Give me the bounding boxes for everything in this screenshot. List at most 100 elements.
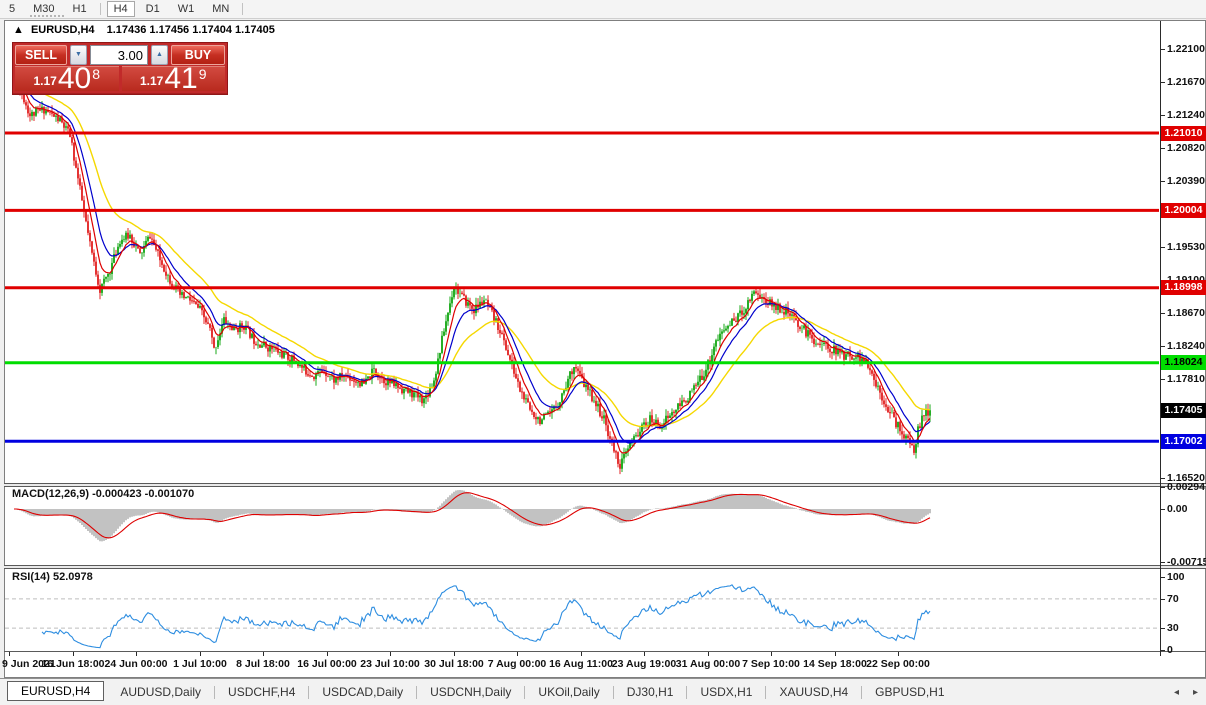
time-tick (835, 652, 836, 656)
symbol-tab-usdcad[interactable]: USDCAD,Daily (309, 681, 416, 703)
time-tick (200, 652, 201, 656)
tab-scroll-right-icon[interactable]: ▸ (1193, 687, 1198, 698)
level-price-badge: 1.18998 (1161, 280, 1206, 295)
time-tick-label: 8 Jul 18:00 (236, 658, 290, 670)
volume-decrease-button[interactable]: ▼ (70, 45, 87, 65)
time-tick (771, 652, 772, 656)
sell-price-display[interactable]: 1.17 40 8 (15, 66, 119, 91)
volume-input[interactable] (90, 45, 148, 65)
buy-price-display[interactable]: 1.17 41 9 (122, 66, 226, 91)
macd-axis-label: -0.00715 (1167, 555, 1206, 569)
time-tick (390, 652, 391, 656)
timeframe-button-5[interactable]: 5 (2, 1, 22, 17)
chart-title: ▲ EURUSD,H4 1.17436 1.17456 1.17404 1.17… (13, 24, 275, 36)
mt4-window: 5M30H1H4D1W1MN ▲ EURUSD,H4 1.17436 1.174… (0, 0, 1206, 704)
volume-increase-button[interactable]: ▲ (151, 45, 168, 65)
symbol-tab-usdx[interactable]: USDX,H1 (687, 681, 765, 703)
rsi-axis-label: 30 (1167, 621, 1179, 635)
time-tick (898, 652, 899, 656)
price-tick (1161, 181, 1165, 182)
rsi-axis-label: 70 (1167, 592, 1179, 606)
timeframe-button-d1[interactable]: D1 (139, 1, 167, 17)
symbol-tab-audusd[interactable]: AUDUSD,Daily (107, 681, 214, 703)
price-tick-label: 1.20820 (1167, 141, 1205, 155)
one-click-trading-panel: SELL ▼ ▲ BUY 1.17 40 8 1.17 41 9 (12, 42, 228, 95)
time-tick-label: 24 Jun 00:00 (104, 658, 167, 670)
time-tick (517, 652, 518, 656)
price-tick-label: 1.17810 (1167, 372, 1205, 386)
level-price-badge: 1.18024 (1161, 355, 1206, 370)
time-tick-label: 22 Sep 00:00 (866, 658, 930, 670)
price-tick-label: 1.21670 (1167, 75, 1205, 89)
level-price-badge: 1.17002 (1161, 434, 1206, 449)
sell-price-prefix: 1.17 (33, 74, 56, 88)
time-tick-label: 23 Aug 19:00 (612, 658, 676, 670)
buy-price-pip: 9 (199, 68, 207, 80)
time-tick (9, 652, 10, 656)
price-tick (1161, 82, 1165, 83)
bull-candle-bodies (14, 76, 930, 469)
buy-button[interactable]: BUY (171, 45, 225, 65)
time-tick-label: 23 Jul 10:00 (360, 658, 420, 670)
price-tick-label: 1.20390 (1167, 174, 1205, 188)
symbol-tab-gbpusd[interactable]: GBPUSD,H1 (862, 681, 957, 703)
time-tick-label: 1 Jul 10:00 (173, 658, 227, 670)
time-tick-label: 16 Jul 00:00 (297, 658, 357, 670)
timeframe-button-w1[interactable]: W1 (171, 1, 202, 17)
price-tick-label: 1.18240 (1167, 339, 1205, 353)
toolbar-gripper[interactable] (30, 15, 64, 17)
time-axis-border (4, 651, 1206, 652)
time-tick-label: 14 Sep 18:00 (803, 658, 867, 670)
trade-panel-quotes: 1.17 40 8 1.17 41 9 (13, 66, 227, 93)
tab-scroll-left-icon[interactable]: ◂ (1174, 687, 1179, 698)
rsi-axis-tick (1161, 577, 1165, 578)
rsi-axis-tick (1161, 628, 1165, 629)
sell-price-big: 40 (58, 66, 91, 91)
sell-button[interactable]: SELL (15, 45, 67, 65)
time-tick (327, 652, 328, 656)
buy-price-big: 41 (164, 66, 197, 91)
macd-axis-tick (1161, 562, 1165, 563)
symbol-tab-ukoil[interactable]: UKOil,Daily (525, 681, 612, 703)
rsi-axis-tick (1161, 599, 1165, 600)
sell-price-pip: 8 (92, 68, 100, 80)
timeframe-button-h1[interactable]: H1 (66, 1, 94, 17)
price-tick (1161, 313, 1165, 314)
toolbar-separator (242, 3, 243, 15)
symbol-tab-dj30[interactable]: DJ30,H1 (614, 681, 687, 703)
price-axis-line (1160, 21, 1161, 656)
rsi-indicator-chart (5, 569, 1159, 651)
macd-label: MACD(12,26,9) -0.000423 -0.001070 (12, 488, 194, 500)
price-tick (1161, 379, 1165, 380)
timeframe-button-h4[interactable]: H4 (107, 1, 135, 17)
time-tick (708, 652, 709, 656)
time-tick-label: 7 Aug 00:00 (488, 658, 547, 670)
timeframe-toolbar: 5M30H1H4D1W1MN (0, 0, 1206, 19)
timeframe-button-mn[interactable]: MN (205, 1, 236, 17)
price-tick (1161, 49, 1165, 50)
time-tick-label: 31 Aug 00:00 (676, 658, 740, 670)
trade-panel-controls: SELL ▼ ▲ BUY (13, 43, 227, 66)
time-tick-label: 7 Sep 10:00 (742, 658, 800, 670)
rsi-axis-label: 0 (1167, 643, 1173, 657)
ma-mid-blue-line (14, 76, 930, 443)
collapse-icon[interactable]: ▲ (13, 24, 24, 36)
macd-axis-label: 0.00 (1167, 502, 1187, 516)
price-tick (1161, 247, 1165, 248)
bear-candle-wicks (16, 70, 928, 474)
macd-axis-tick (1161, 509, 1165, 510)
price-tick (1161, 115, 1165, 116)
current-price-badge: 1.17405 (1161, 403, 1206, 418)
time-tick (136, 652, 137, 656)
symbol-tab-usdcnh[interactable]: USDCNH,Daily (417, 681, 524, 703)
symbol-tab-eurusd[interactable]: EURUSD,H4 (7, 681, 104, 701)
symbol-tab-usdchf[interactable]: USDCHF,H4 (215, 681, 308, 703)
time-tick (73, 652, 74, 656)
price-tick-label: 1.21240 (1167, 108, 1205, 122)
rsi-axis-tick (1161, 650, 1165, 651)
time-tick-label: 16 Aug 11:00 (549, 658, 613, 670)
symbol-tab-xauusd[interactable]: XAUUSD,H4 (766, 681, 861, 703)
symbol-tab-bar: EURUSD,H4AUDUSD,DailyUSDCHF,H4USDCAD,Dai… (0, 678, 1206, 705)
chart-ohlc-quotes: 1.17436 1.17456 1.17404 1.17405 (107, 24, 275, 36)
rsi-label: RSI(14) 52.0978 (12, 571, 93, 583)
